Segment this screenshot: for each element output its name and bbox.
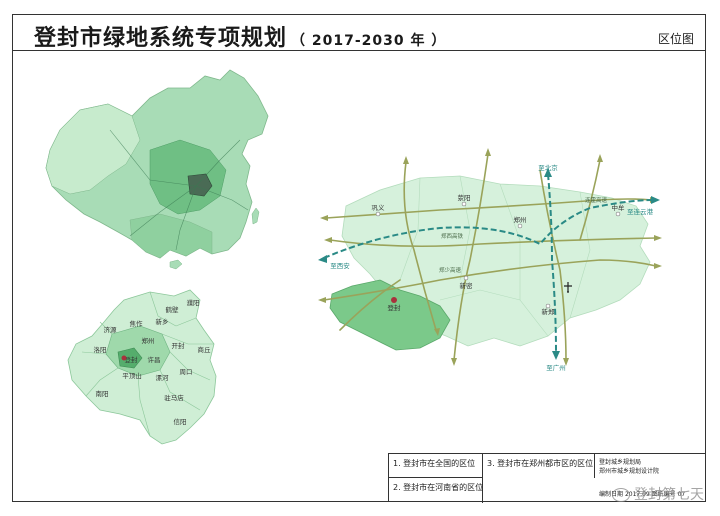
label-puyang: 濮阳 bbox=[187, 298, 200, 307]
watermark: 登封第七天 bbox=[612, 484, 704, 504]
label-to-lianyungang: 至连云港 bbox=[627, 207, 654, 216]
label-xinmi: 新密 bbox=[460, 281, 474, 290]
label-luohe: 漯河 bbox=[156, 373, 170, 382]
zhengzhou-metro-map: 巩义 荥阳 郑州 中牟 新郑 新密 登封 至北京 至广州 至西安 至连云港 连霍… bbox=[318, 148, 662, 372]
henan-map: 鹤壁 新乡 濮阳 焦作 济源 开封 洛阳 郑州 商丘 登封 许昌 周口 平顶山 … bbox=[67, 289, 217, 445]
road-arrow-9 bbox=[318, 297, 326, 303]
label-luoyang: 洛阳 bbox=[94, 345, 107, 354]
dot-zhengzhou bbox=[517, 223, 523, 229]
road-arrow-1 bbox=[403, 156, 409, 164]
taiwan-island bbox=[251, 207, 260, 225]
label-zhongmou: 中牟 bbox=[612, 203, 626, 212]
road-arrow-7 bbox=[320, 215, 328, 221]
label-zhengzhou-city: 郑州 bbox=[514, 216, 527, 224]
dot-gongyi bbox=[375, 211, 381, 217]
label-xinzheng: 新郑 bbox=[542, 307, 556, 316]
label-nanyang: 南阳 bbox=[96, 389, 109, 398]
legend-item-3: 3. 登封市在郑州都市区的区位 bbox=[483, 454, 595, 478]
china-map bbox=[45, 69, 269, 270]
map-canvas: 鹤壁 新乡 濮阳 焦作 济源 开封 洛阳 郑州 商丘 登封 许昌 周口 平顶山 … bbox=[45, 69, 662, 445]
label-jiyuan: 济源 bbox=[104, 325, 118, 334]
label-xinxiang: 新乡 bbox=[156, 317, 169, 326]
metro-dengfeng-marker bbox=[391, 297, 397, 303]
label-xingyang: 荥阳 bbox=[458, 193, 471, 202]
rail-arrow-east bbox=[651, 196, 660, 204]
label-zhoukou: 周口 bbox=[180, 368, 193, 376]
legend-item-1: 1. 登封市在全国的区位 bbox=[389, 454, 483, 478]
label-jiaozuo: 焦作 bbox=[130, 319, 144, 328]
label-dengfeng-metro: 登封 bbox=[388, 303, 402, 312]
watermark-text: 登封第七天 bbox=[634, 487, 704, 503]
legend-item-2: 2. 登封市在河南省的区位 bbox=[389, 478, 483, 503]
label-to-xian: 至西安 bbox=[330, 261, 350, 270]
road-arrow-3 bbox=[597, 154, 603, 162]
henan-dengfeng-marker bbox=[121, 355, 127, 361]
dot-zhongmou bbox=[615, 211, 621, 217]
dot-xinmi bbox=[463, 275, 469, 281]
label-xinyang: 信阳 bbox=[174, 417, 187, 426]
label-highway-zhengshao: 郑少高速 bbox=[439, 266, 462, 274]
road-arrow-5 bbox=[654, 235, 662, 241]
road-arrow-10 bbox=[451, 358, 457, 366]
road-arrow-8 bbox=[324, 237, 332, 243]
rail-arrow-south bbox=[552, 351, 560, 360]
label-highway-lianhuo: 连霍高速 bbox=[585, 196, 608, 204]
rail-arrow-west bbox=[318, 255, 327, 263]
label-hebi: 鹤壁 bbox=[166, 305, 180, 314]
hainan-island bbox=[169, 259, 183, 270]
label-to-guangzhou: 至广州 bbox=[546, 363, 566, 372]
wechat-icon bbox=[612, 488, 630, 502]
label-shangqiu: 商丘 bbox=[198, 345, 212, 354]
label-to-beijing: 至北京 bbox=[538, 163, 558, 172]
label-highway-zhengxi: 郑西高铁 bbox=[441, 232, 464, 240]
label-xuchang: 许昌 bbox=[148, 355, 161, 364]
label-gongyi: 巩义 bbox=[372, 204, 386, 212]
label-kaifeng: 开封 bbox=[172, 341, 186, 350]
label-zhengzhou: 郑州 bbox=[142, 337, 155, 345]
label-pingdingshan: 平顶山 bbox=[122, 371, 142, 380]
road-arrow-2 bbox=[485, 148, 491, 156]
dot-xingyang bbox=[461, 201, 467, 207]
map-sheet: 登封市绿地系统专项规划（ 2017-2030 年 ） 区位图 鹤壁 新乡 濮阳 … bbox=[0, 0, 720, 516]
org-sub: 郑州市城乡规划设计院 bbox=[599, 468, 660, 475]
road-arrow-6 bbox=[654, 263, 662, 269]
org-name: 登封城乡规划局 bbox=[599, 459, 642, 466]
label-dengfeng: 登封 bbox=[125, 355, 139, 364]
label-zhumadian: 驻马店 bbox=[164, 393, 184, 402]
